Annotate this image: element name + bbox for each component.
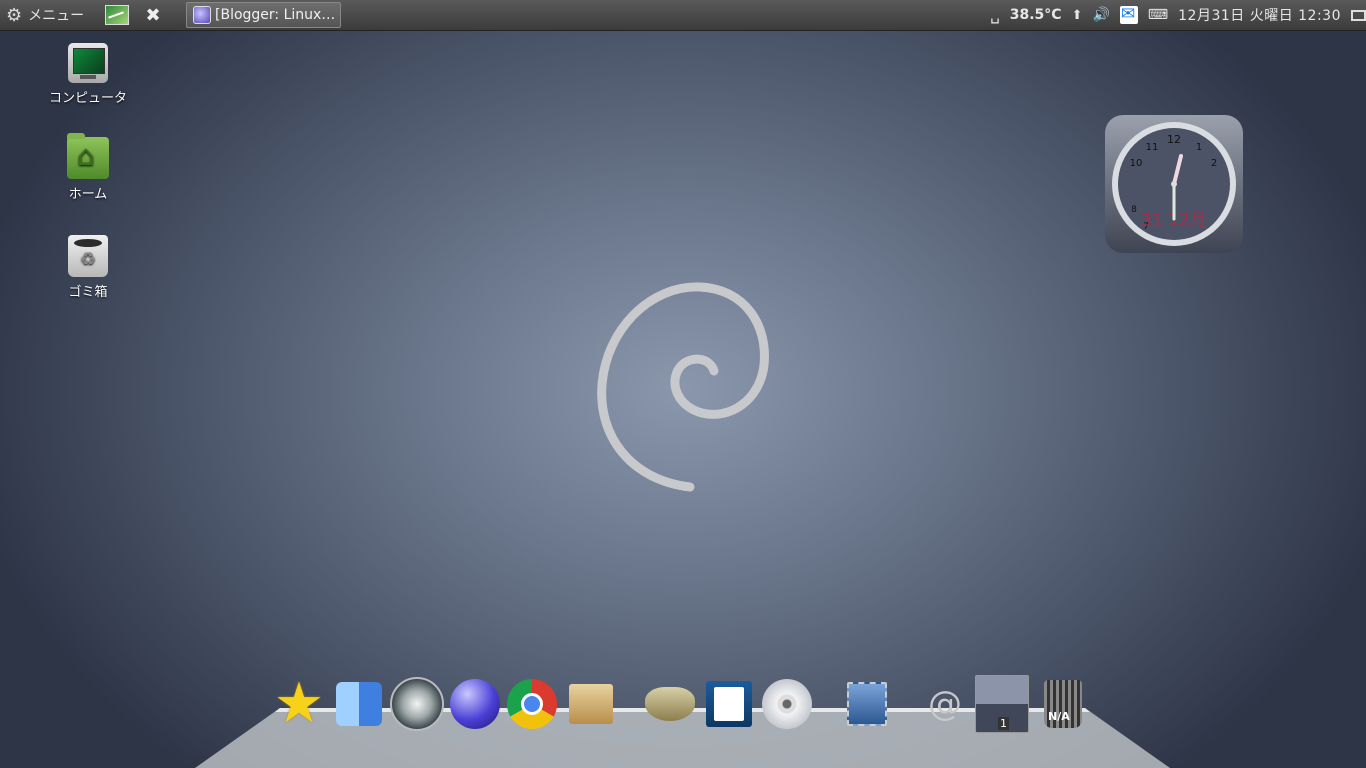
dock-item-chrome[interactable] xyxy=(505,677,559,731)
top-panel: ⚙ メニュー ✖ [Blogger: Linux… ␣ 38.5°C ⬆ 🔊 ⌨… xyxy=(0,0,1366,31)
dock-item-network[interactable] xyxy=(448,677,502,731)
close-icon: ✖ xyxy=(145,4,161,26)
clock-number: 10 xyxy=(1130,158,1143,169)
clock-center xyxy=(1171,181,1177,187)
at-sign-icon: @ xyxy=(928,684,962,724)
panel-clock[interactable]: 12月31日 火曜日 12:30 xyxy=(1178,5,1341,25)
dock-item-document[interactable] xyxy=(702,677,756,731)
show-desktop-icon[interactable] xyxy=(1351,9,1366,21)
computer-icon xyxy=(68,43,108,83)
browser-icon xyxy=(193,6,211,24)
home-folder-icon xyxy=(67,133,109,179)
dock-item-at-mail[interactable]: @ xyxy=(918,677,972,731)
finder-icon xyxy=(336,682,382,726)
dock-item-workspace[interactable]: 1 xyxy=(975,675,1029,733)
package-icon xyxy=(569,684,613,724)
launcher-close[interactable]: ✖ xyxy=(143,0,163,30)
workspace-number: 1 xyxy=(998,717,1009,730)
cd-icon xyxy=(762,679,812,729)
dock-item-trash[interactable]: N/A xyxy=(1036,677,1090,731)
taskbar-window-button[interactable]: [Blogger: Linux… xyxy=(186,2,341,28)
menu-button[interactable]: ⚙ メニュー xyxy=(6,0,84,30)
desktop-icon-home[interactable]: ホーム xyxy=(43,133,133,202)
clock-number: 11 xyxy=(1146,142,1159,153)
keyboard-layout-icon[interactable]: ␣ xyxy=(990,6,1000,24)
document-icon xyxy=(706,681,752,727)
desktop-icon-label: ホーム xyxy=(68,187,108,202)
network-icon xyxy=(450,679,500,729)
mail-icon[interactable] xyxy=(1119,4,1138,24)
desktop-icon-computer[interactable]: コンピュータ xyxy=(43,43,133,106)
chrome-icon xyxy=(507,679,557,729)
input-method-icon[interactable]: ⌨ xyxy=(1148,7,1168,23)
system-monitor-icon xyxy=(105,5,129,25)
update-arrow-icon[interactable]: ⬆ xyxy=(1072,8,1083,23)
dock-item-time-machine[interactable] xyxy=(390,677,444,731)
dock: ★ @ 1 N/A xyxy=(270,671,1090,737)
desktop-icon-label: コンピュータ xyxy=(48,91,127,106)
temperature-readout[interactable]: 38.5°C xyxy=(1010,7,1062,23)
trash-bin-icon: N/A xyxy=(1044,680,1082,728)
dock-item-package[interactable] xyxy=(564,677,618,731)
dock-item-finder[interactable] xyxy=(332,677,386,731)
mail-stamp-icon xyxy=(847,682,887,726)
dock-item-favorites[interactable]: ★ xyxy=(272,671,326,736)
trash-icon xyxy=(68,235,108,277)
volume-icon[interactable]: 🔊 xyxy=(1092,7,1109,23)
desktop-icon-trash[interactable]: ゴミ箱 xyxy=(43,235,133,300)
menu-label: メニュー xyxy=(28,8,85,24)
launcher-monitor[interactable] xyxy=(105,0,129,30)
dock-item-cd[interactable] xyxy=(760,677,814,731)
clock-number: 2 xyxy=(1211,158,1217,169)
trash-status: N/A xyxy=(1048,710,1070,723)
system-tray: ␣ 38.5°C ⬆ 🔊 ⌨ 12月31日 火曜日 12:30 xyxy=(990,0,1366,30)
desktop-icon-label: ゴミ箱 xyxy=(68,285,108,300)
clock-number: 12 xyxy=(1167,133,1181,146)
clock-widget[interactable]: 12 1 2 10 11 8 7 31 12月 xyxy=(1105,115,1243,253)
gear-icon: ⚙ xyxy=(6,4,23,26)
dock-item-mail[interactable] xyxy=(840,677,894,731)
clock-number: 1 xyxy=(1196,142,1202,153)
debian-swirl-logo xyxy=(597,282,769,492)
workspace-switcher-icon: 1 xyxy=(975,675,1029,733)
time-machine-icon xyxy=(390,677,444,731)
clock-number: 8 xyxy=(1131,205,1137,215)
dock-item-gimp[interactable] xyxy=(643,677,697,731)
task-title: [Blogger: Linux… xyxy=(215,7,336,23)
star-icon: ★ xyxy=(273,671,325,736)
gimp-icon xyxy=(645,687,695,721)
